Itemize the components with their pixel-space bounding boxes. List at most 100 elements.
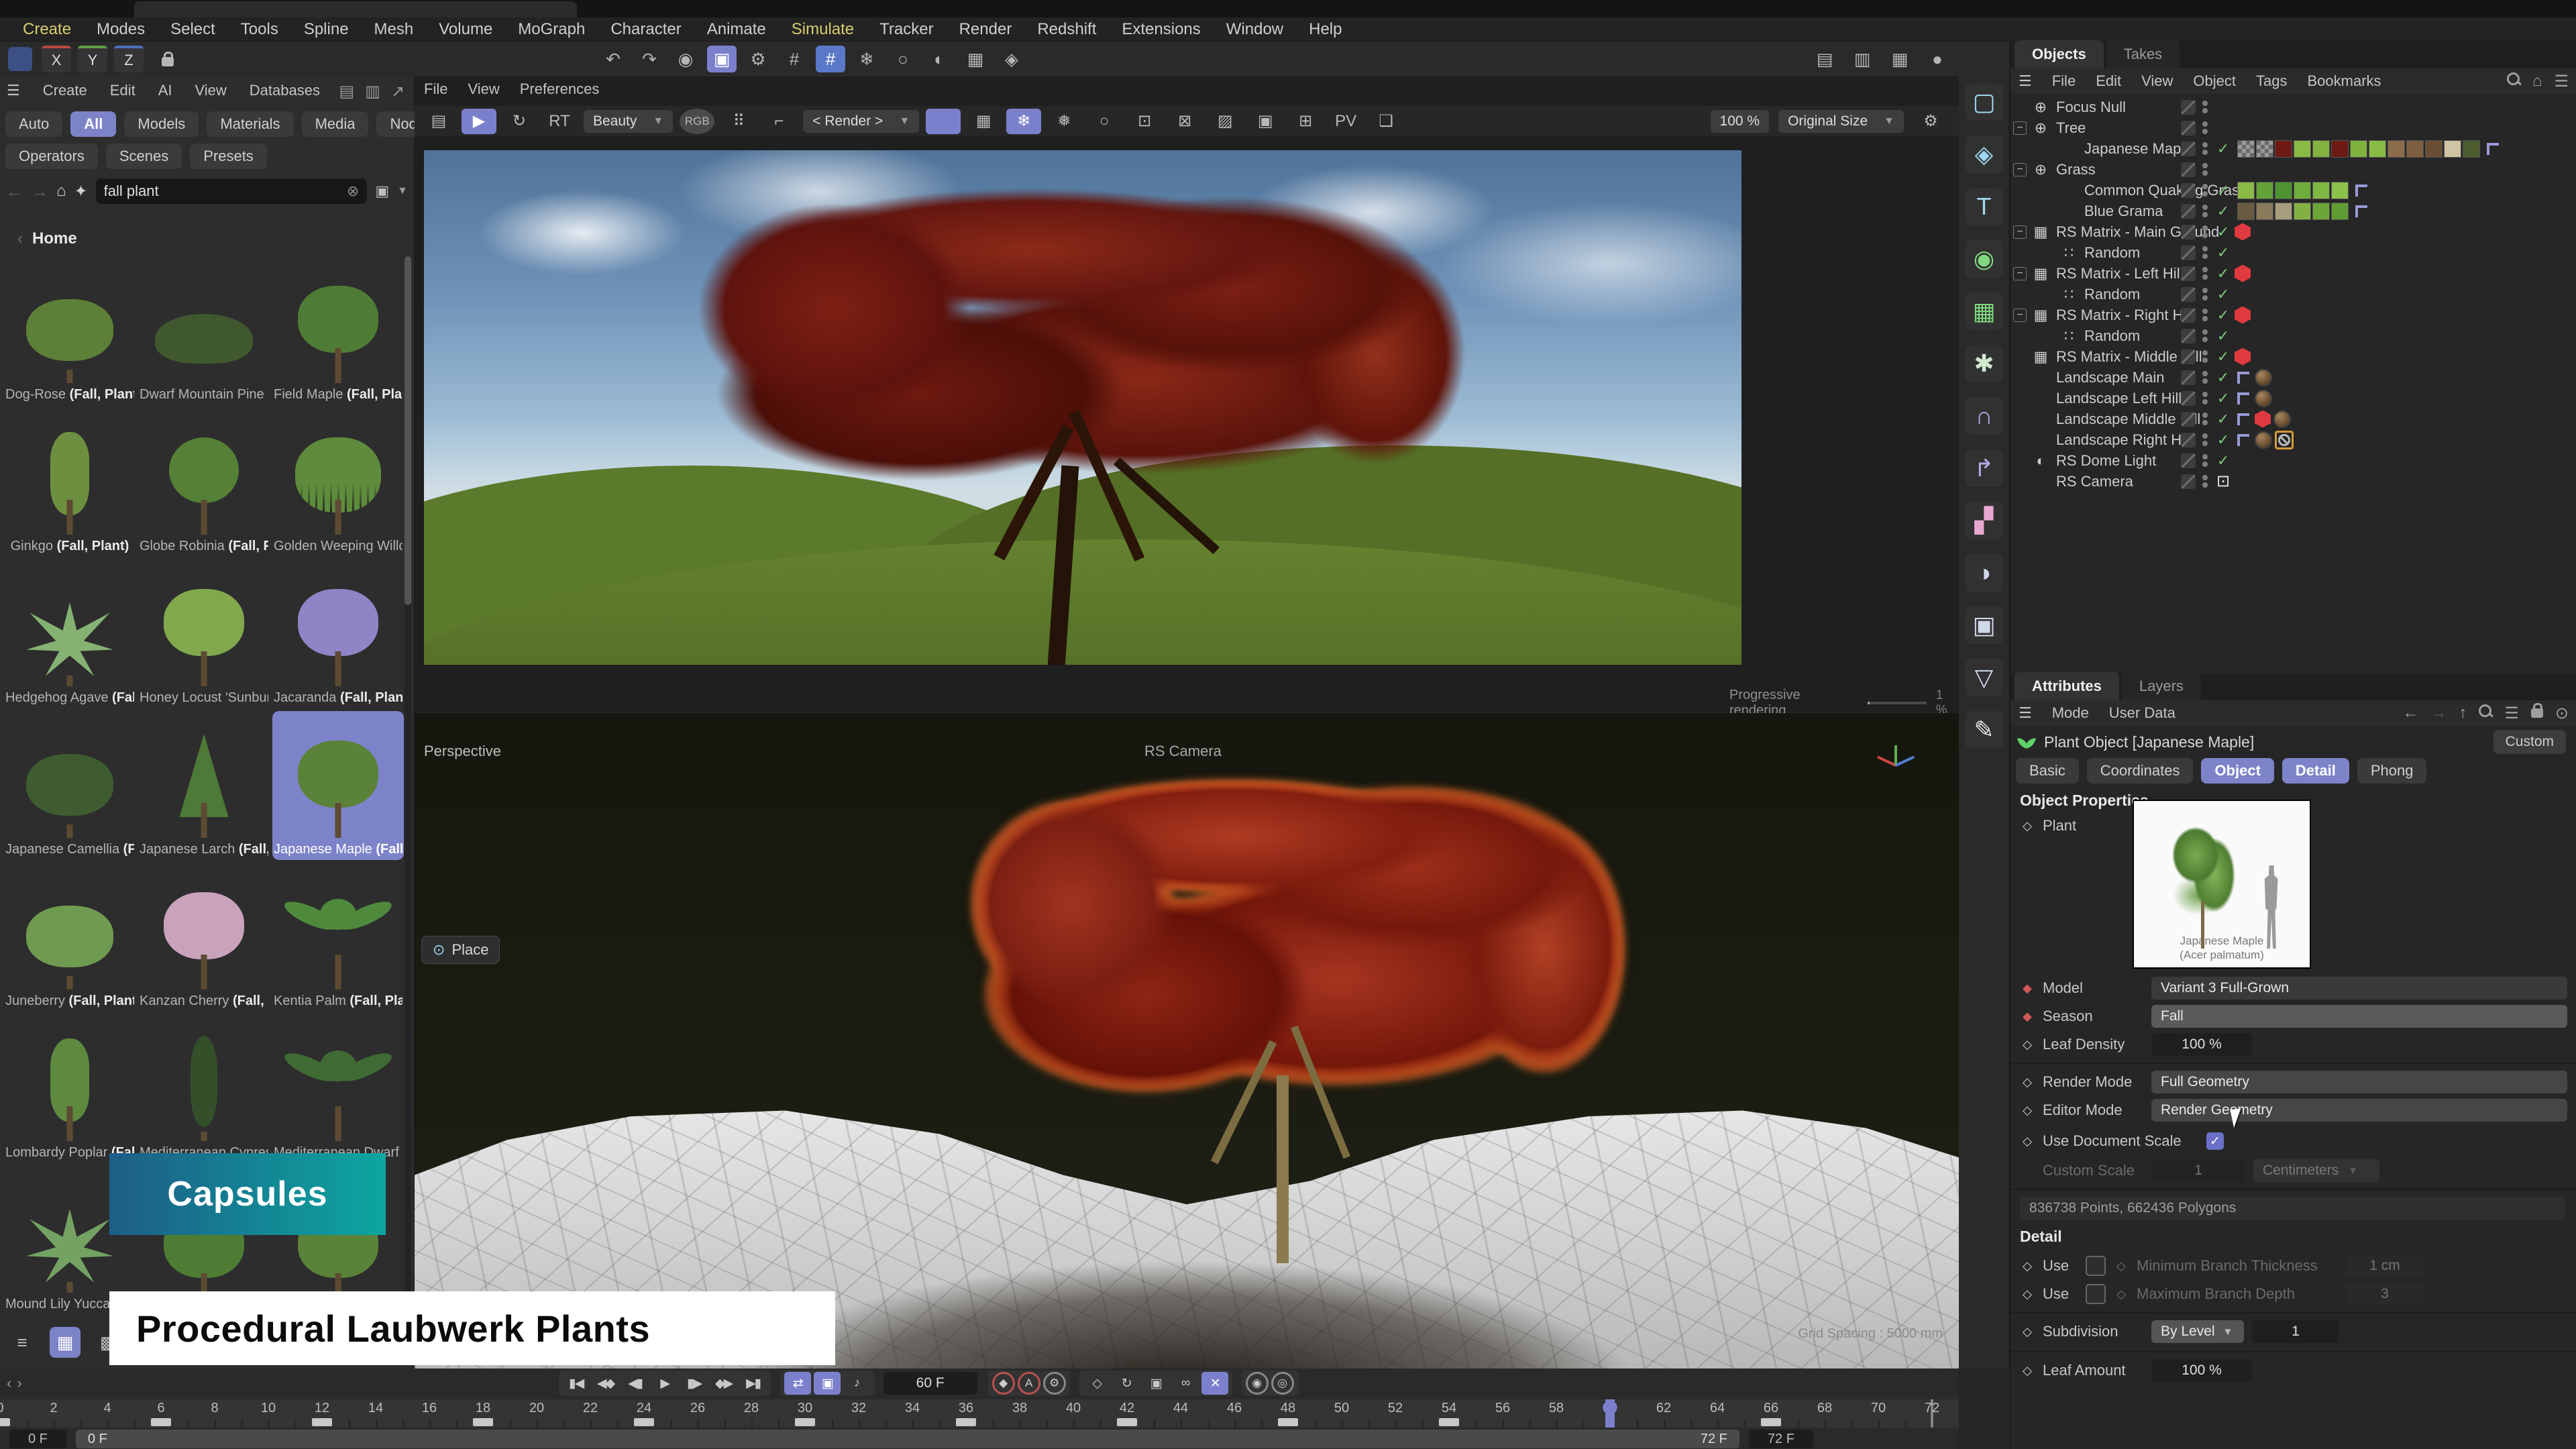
menu-item[interactable]: View <box>468 80 499 98</box>
flag-icon[interactable] <box>2484 140 2502 158</box>
symmetry-icon[interactable]: ▞ <box>1966 502 2003 539</box>
database-icon[interactable]: ▤ <box>339 82 355 101</box>
gear-icon[interactable]: ⚙ <box>1913 109 1948 134</box>
autokey-button[interactable]: A <box>1018 1372 1040 1395</box>
key-diamond-icon[interactable]: ◇ <box>2020 1364 2035 1378</box>
check-icon[interactable] <box>2214 140 2232 158</box>
flag-icon[interactable] <box>2353 203 2370 220</box>
panel-tab[interactable]: Attributes <box>2015 672 2119 700</box>
menu-item[interactable]: Simulate <box>792 20 854 39</box>
material-swatch[interactable] <box>2294 203 2311 220</box>
key-diamond-icon[interactable]: ◆ <box>2020 981 2035 996</box>
timeline-corner-icons[interactable]: ‹› <box>7 1375 22 1392</box>
check-icon[interactable] <box>2214 286 2232 303</box>
object-name[interactable]: Landscape Right Hill <box>2056 431 2192 449</box>
material-swatch[interactable] <box>2256 140 2273 158</box>
panel-tab[interactable]: Objects <box>2015 40 2104 68</box>
material-swatch[interactable] <box>2275 182 2292 199</box>
layer-box[interactable] <box>2181 162 2196 177</box>
render-slot-dropdown[interactable]: < Render >▼ <box>803 110 919 133</box>
stripes-icon[interactable]: ▨ <box>1208 109 1242 134</box>
model-dropdown[interactable]: Variant 3 Full-Grown <box>2151 977 2567 1000</box>
menu-item[interactable]: Create <box>43 82 87 99</box>
menu-item[interactable]: Volume <box>439 20 492 39</box>
keyframe-marker[interactable] <box>1278 1418 1298 1426</box>
layer-box[interactable] <box>2181 370 2196 385</box>
material-swatch[interactable] <box>2237 182 2255 199</box>
preview-range-button[interactable]: ▣ <box>814 1372 841 1395</box>
solo-button[interactable]: ◉ <box>1246 1372 1269 1395</box>
asset-item[interactable]: Lombardy Poplar (Fall... <box>4 1014 136 1163</box>
model-mode-icon[interactable]: ▣ <box>707 46 737 72</box>
material-swatch[interactable] <box>2237 203 2255 220</box>
image-icon[interactable]: ▣ <box>1248 109 1283 134</box>
menu-item[interactable]: MoGraph <box>518 20 585 39</box>
check-icon[interactable] <box>2214 348 2232 366</box>
material-swatch[interactable] <box>2331 182 2349 199</box>
material-swatch[interactable] <box>2463 140 2480 158</box>
asset-item[interactable]: Hedgehog Agave (Fall... <box>4 559 136 708</box>
keyframe-marker[interactable] <box>1761 1418 1781 1426</box>
object-name[interactable]: Random <box>2084 286 2140 303</box>
back-arrow-icon[interactable]: ← <box>5 181 23 202</box>
render-icon[interactable]: ▥ <box>1847 46 1877 72</box>
menu-item[interactable]: File <box>424 80 447 98</box>
compare-icon[interactable]: ⊠ <box>1167 109 1202 134</box>
panel-tab[interactable]: Takes <box>2106 40 2180 68</box>
instance-icon[interactable]: ↱ <box>1966 449 2003 487</box>
menu-item[interactable]: Animate <box>707 20 766 39</box>
transport-button[interactable]: ▶▮ <box>740 1372 767 1395</box>
flag-icon[interactable] <box>2235 390 2252 407</box>
attribute-tab-chip[interactable]: Basic <box>2016 758 2079 784</box>
object-name[interactable]: Landscape Left Hill <box>2056 390 2182 407</box>
object-row[interactable]: − Blue Grama <box>2010 201 2576 221</box>
material-swatch[interactable] <box>2275 203 2292 220</box>
material-swatch[interactable] <box>2312 203 2330 220</box>
keyframe-marker[interactable] <box>1439 1418 1459 1426</box>
check-icon[interactable] <box>2214 411 2232 428</box>
key-diamond-icon[interactable]: ◇ <box>2020 1134 2035 1148</box>
menu-item[interactable]: Preferences <box>520 80 600 98</box>
filter-box-icon[interactable]: ▣ <box>375 182 389 200</box>
menu-item[interactable]: Tools <box>241 20 278 39</box>
target-icon[interactable]: ⊙ <box>2555 704 2569 723</box>
object-row[interactable]: − ◐ RS Dome Light <box>2010 450 2576 471</box>
shade-icon[interactable]: ◐ <box>924 46 954 72</box>
layer-box[interactable] <box>2181 391 2196 406</box>
viewport-name-label[interactable]: Perspective <box>424 743 501 760</box>
asset-item[interactable]: Kanzan Cherry (Fall, Pl... <box>138 863 270 1012</box>
gear-icon[interactable]: ⚙ <box>743 46 773 72</box>
pv-icon[interactable]: PV <box>1328 109 1363 134</box>
material-swatch[interactable] <box>2275 140 2292 158</box>
search-icon[interactable] <box>2479 704 2492 723</box>
asset-item[interactable]: Honey Locust 'Sunbur... <box>138 559 270 708</box>
layer-box[interactable] <box>2181 329 2196 343</box>
filter-chip[interactable]: Auto <box>5 111 62 137</box>
keyframe-marker[interactable] <box>0 1418 10 1426</box>
asset-item[interactable]: Japanese Maple (Fall, ... <box>272 711 404 860</box>
sphere-icon[interactable] <box>2273 411 2291 428</box>
leaf-density-field[interactable]: 100 % <box>2151 1033 2252 1056</box>
layer-box[interactable] <box>2181 204 2196 219</box>
object-name[interactable]: Landscape Main <box>2056 369 2164 386</box>
object-name[interactable]: RS Camera <box>2056 473 2133 490</box>
menu-item[interactable]: Redshift <box>1037 20 1096 39</box>
expand-toggle[interactable]: − <box>2013 267 2027 280</box>
layer-box[interactable] <box>2181 287 2196 302</box>
object-name[interactable]: RS Matrix - Middle Hill <box>2056 348 2202 366</box>
material-swatch[interactable] <box>2369 140 2386 158</box>
menu-item[interactable]: Edit <box>110 82 136 99</box>
menu-item[interactable]: Modes <box>97 20 145 39</box>
transport-button[interactable]: ▮▶ <box>681 1372 708 1395</box>
back-arrow-icon[interactable]: ← <box>2402 704 2418 723</box>
sphere-icon[interactable] <box>2255 390 2272 407</box>
title-lock-icon[interactable] <box>153 46 182 72</box>
menu-item[interactable]: User Data <box>2109 704 2176 722</box>
object-row[interactable]: − ▦ RS Matrix - Left Hill <box>2010 263 2576 284</box>
asset-item[interactable]: Field Maple (Fall, Plant) <box>272 256 404 405</box>
freeze-g-icon[interactable]: ❅ <box>1046 109 1081 134</box>
axis-gizmo[interactable] <box>1876 747 1916 787</box>
key-diamond-icon[interactable]: ◇ <box>2020 1104 2035 1118</box>
menu-item[interactable]: Mesh <box>374 20 414 39</box>
visibility-dots[interactable] <box>2202 475 2208 488</box>
